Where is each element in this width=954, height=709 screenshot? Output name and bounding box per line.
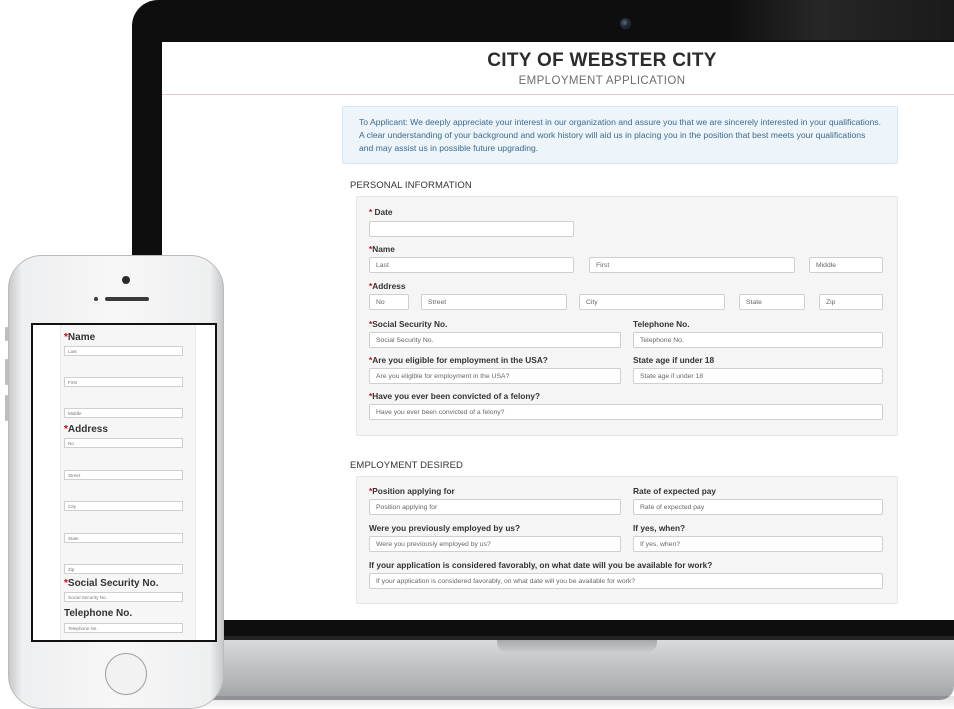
mobile-name-label-text: Name — [67, 332, 96, 343]
pay-label: Rate of expected pay — [633, 486, 716, 496]
position-input[interactable]: Position applying for — [369, 499, 621, 515]
home-button[interactable] — [105, 653, 147, 695]
pay-input[interactable]: Rate of expected pay — [633, 499, 883, 515]
telephone-label: Telephone No. — [633, 319, 690, 329]
mobile-street-input[interactable]: Street — [64, 470, 183, 480]
felony-label-text: Have you ever been convicted of a felony… — [372, 391, 541, 401]
mobile-city-input[interactable]: City — [64, 501, 183, 511]
form-header: CITY OF WEBSTER CITY EMPLOYMENT APPLICAT… — [162, 50, 954, 87]
position-label-text: Position applying for — [372, 486, 455, 496]
mobile-ssn-label-text: Social Security No. — [67, 578, 159, 589]
section-title-personal: PERSONAL INFORMATION — [350, 180, 472, 191]
address-no-input[interactable]: No — [369, 294, 409, 310]
phone-speaker — [105, 297, 149, 301]
address-city-input[interactable]: City — [579, 294, 725, 310]
phone-screen: *Name Last First Middle *Address No Stre… — [31, 323, 217, 642]
name-middle-input[interactable]: Middle — [809, 257, 883, 273]
name-last-input[interactable]: Last — [369, 257, 574, 273]
laptop-bezel: CITY OF WEBSTER CITY EMPLOYMENT APPLICAT… — [132, 0, 954, 650]
personal-info-panel: * Date *Name Last First Middle *Address … — [356, 196, 898, 436]
required-marker: * — [369, 207, 373, 217]
mobile-address-label-text: Address — [67, 424, 108, 435]
header-divider — [162, 94, 954, 95]
ssn-label: *Social Security No. — [369, 319, 447, 329]
previously-employed-input[interactable]: Were you previously employed by us? — [369, 536, 621, 552]
page-title: CITY OF WEBSTER CITY — [487, 50, 717, 71]
name-label-text: Name — [372, 244, 395, 254]
mobile-ssn-input[interactable]: Social Security No. — [64, 592, 183, 602]
mobile-last-input[interactable]: Last — [64, 346, 183, 356]
position-label: *Position applying for — [369, 486, 455, 496]
telephone-input[interactable]: Telephone No. — [633, 332, 883, 348]
age-input[interactable]: State age if under 18 — [633, 368, 883, 384]
mobile-zip-input[interactable]: Zip — [64, 564, 183, 574]
mobile-form-panel: *Name Last First Middle *Address No Stre… — [60, 325, 196, 640]
available-input[interactable]: If your application is considered favora… — [369, 573, 883, 589]
when-input[interactable]: If yes, when? — [633, 536, 883, 552]
address-label: *Address — [369, 281, 405, 291]
date-label: * Date — [369, 207, 393, 217]
employment-desired-panel: *Position applying for Position applying… — [356, 476, 898, 604]
address-zip-input[interactable]: Zip — [819, 294, 883, 310]
felony-input[interactable]: Have you ever been convicted of a felony… — [369, 404, 883, 420]
webcam-icon — [620, 18, 631, 29]
address-street-input[interactable]: Street — [421, 294, 567, 310]
name-first-input[interactable]: First — [589, 257, 795, 273]
mobile-middle-input[interactable]: Middle — [64, 408, 183, 418]
address-label-text: Address — [372, 281, 406, 291]
section-title-employment: EMPLOYMENT DESIRED — [350, 460, 464, 471]
mobile-state-input[interactable]: State — [64, 533, 183, 543]
laptop-shadow — [112, 696, 954, 709]
available-label: If your application is considered favora… — [369, 560, 713, 570]
mobile-address-label: *Address — [64, 424, 108, 435]
mobile-name-label: *Name — [64, 332, 95, 343]
ssn-label-text: Social Security No. — [372, 319, 448, 329]
mobile-ssn-label: *Social Security No. — [64, 578, 159, 589]
ssn-input[interactable]: Social Security No. — [369, 332, 621, 348]
eligible-label: *Are you eligible for employment in the … — [369, 355, 548, 365]
mobile-telephone-input[interactable]: Telephone No. — [64, 623, 183, 633]
mobile-telephone-label: Telephone No. — [64, 608, 133, 619]
eligible-label-text: Are you eligible for employment in the U… — [372, 355, 548, 365]
mobile-first-input[interactable]: First — [64, 377, 183, 387]
address-state-input[interactable]: State — [739, 294, 805, 310]
phone-device: *Name Last First Middle *Address No Stre… — [4, 255, 228, 709]
eligible-input[interactable]: Are you eligible for employment in the U… — [369, 368, 621, 384]
laptop-device: CITY OF WEBSTER CITY EMPLOYMENT APPLICAT… — [92, 0, 954, 709]
bezel-glare — [724, 0, 954, 40]
intro-notice: To Applicant: We deeply appreciate your … — [342, 106, 898, 164]
date-label-text: Date — [374, 207, 393, 217]
when-label: If yes, when? — [633, 523, 686, 533]
phone-sensor — [94, 297, 98, 301]
phone-body: *Name Last First Middle *Address No Stre… — [8, 255, 224, 709]
phone-camera-icon — [122, 276, 130, 284]
date-input[interactable] — [369, 221, 574, 237]
mobile-no-input[interactable]: No — [64, 438, 183, 448]
age-label: State age if under 18 — [633, 355, 715, 365]
laptop-screen: CITY OF WEBSTER CITY EMPLOYMENT APPLICAT… — [162, 42, 954, 620]
page-subtitle: EMPLOYMENT APPLICATION — [518, 75, 686, 87]
previously-employed-label: Were you previously employed by us? — [369, 523, 521, 533]
laptop-lid-notch — [497, 640, 657, 652]
felony-label: *Have you ever been convicted of a felon… — [369, 391, 540, 401]
name-label: *Name — [369, 244, 395, 254]
